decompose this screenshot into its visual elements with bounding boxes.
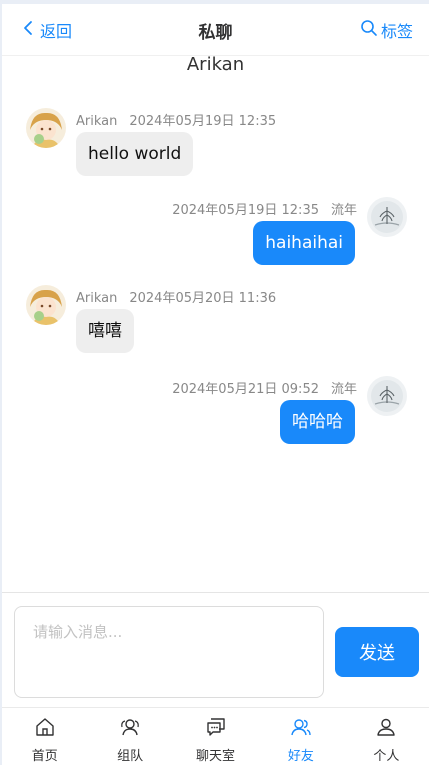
home-icon (34, 716, 56, 745)
avatar[interactable] (367, 197, 407, 237)
search-icon (360, 19, 378, 41)
avatar[interactable] (26, 285, 66, 325)
tab-label: 个人 (373, 749, 400, 764)
tab-profile[interactable]: 个人 (344, 708, 429, 765)
message-bubble: hello world (76, 132, 194, 176)
nav-bar: 返回 私聊 标签 (2, 4, 429, 56)
tag-label: 标签 (380, 22, 413, 41)
send-button[interactable]: 发送 (335, 627, 419, 677)
sender-name: Arikan (76, 114, 118, 129)
chat-screen: 返回 私聊 标签 Arikan Arikan 2024年05月19日 12:35 (2, 4, 429, 765)
chat-partner-name: Arikan (186, 54, 245, 75)
message-meta: 2024年05月21日 09:52 流年 (172, 378, 357, 397)
sender-name: 流年 (330, 203, 357, 218)
message-time: 2024年05月19日 12:35 (172, 203, 319, 218)
message-bubble: 嘻嘻 (76, 309, 134, 353)
message-bubble: 哈哈哈 (280, 400, 355, 444)
tag-search-button[interactable]: 标签 (360, 18, 413, 42)
message-composer: 发送 (2, 592, 429, 707)
avatar[interactable] (26, 108, 66, 148)
message-bubble: haihaihai (253, 221, 355, 265)
message-input[interactable] (14, 606, 324, 698)
tab-bar: 首页 组队 聊天室 好友 个人 (2, 707, 429, 765)
message-time: 2024年05月20日 11:36 (129, 291, 277, 306)
tab-label: 首页 (31, 749, 58, 764)
tab-label: 组队 (117, 749, 144, 764)
tab-friends[interactable]: 好友 (258, 708, 343, 765)
message-meta: 2024年05月19日 12:35 流年 (172, 199, 357, 218)
sender-name: Arikan (76, 291, 118, 306)
chat-room-icon (205, 716, 227, 745)
team-icon (119, 716, 141, 745)
sender-name: 流年 (330, 382, 357, 397)
tab-home[interactable]: 首页 (2, 708, 87, 765)
message-time: 2024年05月21日 09:52 (172, 382, 319, 397)
friends-icon (290, 716, 312, 745)
user-icon (375, 716, 397, 745)
tab-team[interactable]: 组队 (87, 708, 172, 765)
tab-label: 好友 (287, 749, 314, 764)
message-meta: Arikan 2024年05月20日 11:36 (76, 287, 276, 306)
message-meta: Arikan 2024年05月19日 12:35 (76, 110, 276, 129)
avatar[interactable] (367, 376, 407, 416)
tab-label: 聊天室 (196, 749, 236, 764)
message-time: 2024年05月19日 12:35 (129, 114, 277, 129)
tab-chat-room[interactable]: 聊天室 (173, 708, 258, 765)
